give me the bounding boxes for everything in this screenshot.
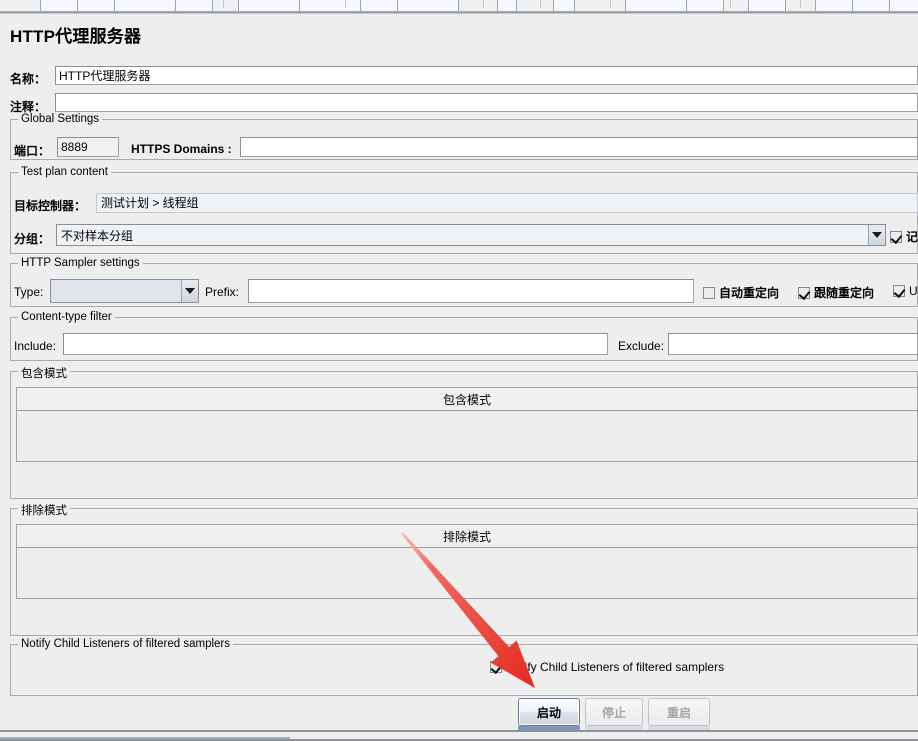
target-controller-value[interactable]: 测试计划 > 线程组 <box>96 193 918 213</box>
grouping-combobox[interactable]: 不对样本分组 <box>56 224 886 246</box>
include-patterns-table-header: 包含模式 <box>17 388 917 411</box>
include-patterns-table[interactable]: 包含模式 <box>16 387 918 462</box>
toolbar-button-4[interactable] <box>238 0 300 11</box>
grouping-combobox-value: 不对样本分组 <box>61 228 134 243</box>
auto-redirect-checkbox[interactable]: 自动重定向 <box>703 284 779 301</box>
use-keepalive-checkbox[interactable]: U <box>893 284 918 298</box>
toolbar-separator-4 <box>610 0 611 8</box>
port-label: 端口： <box>14 144 51 158</box>
exclude-content-type-input[interactable] <box>668 333 918 355</box>
include-label: Include: <box>14 339 57 353</box>
notify-child-listeners-title: Notify Child Listeners of filtered sampl… <box>18 638 233 650</box>
include-patterns-title: 包含模式 <box>18 365 70 381</box>
grouping-label: 分组： <box>14 232 51 246</box>
toolbar-separator-6 <box>800 0 801 8</box>
prefix-label: Prefix: <box>205 285 240 299</box>
toolbar-button-9[interactable] <box>553 0 575 11</box>
target-controller-label: 目标控制器： <box>14 199 87 213</box>
toolbar-button-10[interactable] <box>625 0 687 11</box>
port-input[interactable] <box>57 137 119 157</box>
toolbar-separator-0 <box>223 0 224 8</box>
toolbar-button-2[interactable] <box>114 0 176 11</box>
toolbar-separator-3 <box>540 0 541 8</box>
comment-input[interactable] <box>55 93 918 112</box>
toolbar-button-7[interactable] <box>397 0 459 11</box>
test-plan-content-title: Test plan content <box>18 166 111 178</box>
toolbar-button-6[interactable] <box>360 0 398 11</box>
global-settings-title: Global Settings <box>18 113 102 125</box>
chevron-down-icon[interactable] <box>868 225 885 245</box>
checkbox-icon[interactable] <box>893 285 905 297</box>
toolbar-button-8[interactable] <box>497 0 517 11</box>
restart-button: 重启 <box>648 698 710 726</box>
checkbox-icon[interactable] <box>703 286 715 299</box>
type-label: Type: <box>14 285 44 299</box>
exclude-patterns-table[interactable]: 排除模式 <box>16 524 918 599</box>
type-combobox[interactable] <box>50 279 199 303</box>
status-bar-divider <box>0 737 290 739</box>
checkbox-icon[interactable] <box>490 661 502 673</box>
exclude-patterns-title: 排除模式 <box>18 502 70 518</box>
auto-redirect-label: 自动重定向 <box>719 286 780 300</box>
test-plan-side-checkbox[interactable]: 记 <box>890 228 918 245</box>
checkbox-icon[interactable] <box>890 230 902 243</box>
notify-child-listeners-group: Notify Child Listeners of filtered sampl… <box>10 638 918 696</box>
toolbar-separator-1 <box>345 0 346 8</box>
follow-redirect-label: 跟随重定向 <box>814 286 875 300</box>
https-domains-input[interactable] <box>240 137 918 157</box>
toolbar-button-0[interactable] <box>40 0 78 11</box>
toolbar-button-12[interactable] <box>748 0 786 11</box>
toolbar-button-1[interactable] <box>77 0 115 11</box>
notify-child-listeners-label: Notify Child Listeners of filtered sampl… <box>506 660 725 674</box>
include-patterns-table-body[interactable] <box>17 411 917 461</box>
stop-button: 停止 <box>585 698 643 726</box>
test-plan-side-checkbox-label: 记 <box>906 230 918 244</box>
prefix-input[interactable] <box>248 279 694 303</box>
notify-child-listeners-checkbox[interactable]: Notify Child Listeners of filtered sampl… <box>490 660 724 674</box>
use-keepalive-label: U <box>909 284 918 298</box>
include-content-type-input[interactable] <box>63 333 608 355</box>
name-label: 名称： <box>10 72 47 86</box>
exclude-label: Exclude: <box>618 339 665 353</box>
page-title: HTTP代理服务器 <box>10 27 142 46</box>
content-type-filter-title: Content-type filter <box>18 311 115 323</box>
follow-redirect-checkbox[interactable]: 跟随重定向 <box>798 284 874 301</box>
http-sampler-settings-title: HTTP Sampler settings <box>18 257 143 269</box>
toolbar-button-3[interactable] <box>175 0 213 11</box>
toolbar-button-11[interactable] <box>686 0 724 11</box>
toolbar-button-15[interactable] <box>889 0 918 11</box>
toolbar-separator-2 <box>483 0 484 8</box>
https-domains-label: HTTPS Domains : <box>131 142 232 156</box>
toolbar-button-14[interactable] <box>852 0 890 11</box>
window-bottom-edge <box>0 730 918 741</box>
exclude-patterns-table-header: 排除模式 <box>17 525 917 548</box>
toolbar-button-13[interactable] <box>815 0 853 11</box>
start-button[interactable]: 启动 <box>518 698 580 726</box>
exclude-patterns-table-body[interactable] <box>17 548 917 598</box>
toolbar-button-5[interactable] <box>299 0 361 11</box>
checkbox-icon[interactable] <box>798 286 810 299</box>
http-proxy-server-panel: HTTP代理服务器 名称： 注释： Global Settings 端口： HT… <box>0 14 918 727</box>
name-input[interactable] <box>55 66 918 85</box>
chevron-down-icon[interactable] <box>181 280 198 302</box>
toolbar-strip <box>0 0 918 11</box>
toolbar-separator-5 <box>730 0 731 8</box>
